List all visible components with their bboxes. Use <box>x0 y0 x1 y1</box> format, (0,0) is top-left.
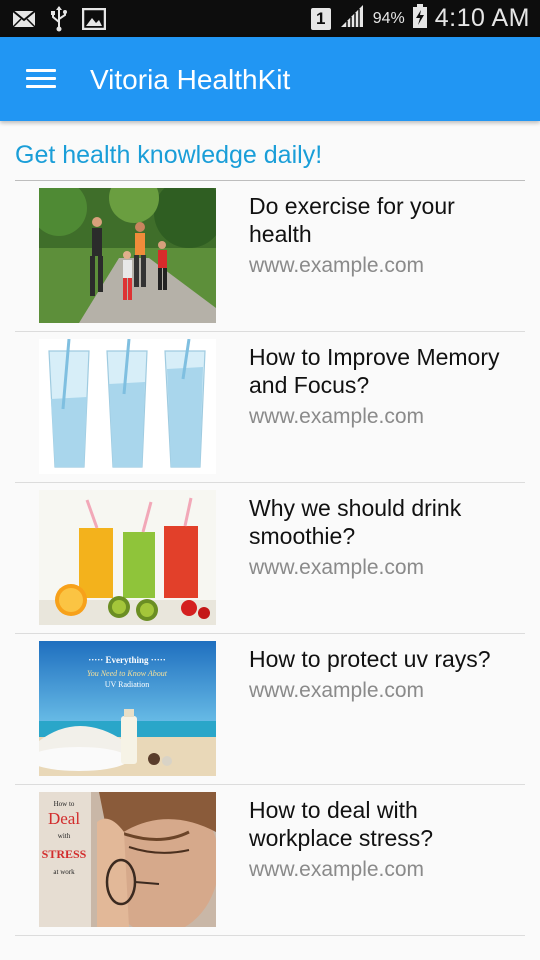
image-text-line: Everything <box>105 655 149 665</box>
article-url[interactable]: www.example.com <box>249 856 519 884</box>
article-title: How to protect uv rays? www.example.com <box>249 645 519 705</box>
svg-text:····· Everything ·····: ····· Everything ····· <box>88 655 166 665</box>
battery-charging-icon <box>412 4 427 33</box>
image-text-line: with <box>58 832 71 840</box>
image-text-line: How to <box>54 800 75 808</box>
article-url[interactable]: www.example.com <box>249 403 519 431</box>
article-card[interactable]: Why we should drink smoothie? www.exampl… <box>15 483 525 634</box>
app-title: Vitoria HealthKit <box>90 64 291 95</box>
article-title-text: Do exercise for your health <box>249 193 455 247</box>
image-text-line: You Need to Know About <box>87 669 168 678</box>
clock: 4:10 AM <box>434 4 530 32</box>
article-url[interactable]: www.example.com <box>249 677 519 705</box>
article-card[interactable]: How to Improve Memory and Focus? www.exa… <box>15 332 525 483</box>
image-text-line: Deal <box>48 809 80 828</box>
article-title-text: How to Improve Memory and Focus? <box>249 344 500 398</box>
status-bar: 1 94% 4:10 AM <box>0 0 540 37</box>
image-icon <box>81 7 107 35</box>
hamburger-menu-icon[interactable] <box>26 67 56 91</box>
article-card[interactable]: How to Deal with STRESS at work How to d… <box>15 785 525 936</box>
image-text-line: STRESS <box>42 847 87 861</box>
notification-icons <box>12 6 107 37</box>
battery-percent: 94% <box>372 9 405 27</box>
system-icons: 1 94% 4:10 AM <box>310 0 530 37</box>
water-glasses-photo <box>39 339 216 474</box>
article-title: How to deal with workplace stress? www.e… <box>249 796 519 884</box>
app-bar: Vitoria HealthKit <box>0 37 540 121</box>
article-title-text: How to protect uv rays? <box>249 646 491 672</box>
article-title-text: How to deal with workplace stress? <box>249 797 434 851</box>
page-heading: Get health knowledge daily! <box>15 141 323 169</box>
signal-strength-icon <box>339 4 365 33</box>
article-list: Do exercise for your health www.example.… <box>15 181 525 936</box>
image-text-line: UV Radiation <box>105 680 150 689</box>
uv-radiation-beach-photo: ····· Everything ····· You Need to Know … <box>39 641 216 776</box>
sim-slot-badge: 1 <box>310 7 331 30</box>
article-title: How to Improve Memory and Focus? www.exa… <box>249 343 519 431</box>
article-title: Why we should drink smoothie? www.exampl… <box>249 494 519 582</box>
smoothie-glasses-photo <box>39 490 216 625</box>
family-jogging-photo <box>39 188 216 323</box>
article-title: Do exercise for your health www.example.… <box>249 192 519 280</box>
article-url[interactable]: www.example.com <box>249 554 519 582</box>
article-card[interactable]: ····· Everything ····· You Need to Know … <box>15 634 525 785</box>
article-card[interactable]: Do exercise for your health www.example.… <box>15 181 525 332</box>
image-text-line: at work <box>53 868 75 876</box>
email-icon <box>12 9 36 34</box>
stressed-woman-photo: How to Deal with STRESS at work <box>39 792 216 927</box>
article-title-text: Why we should drink smoothie? <box>249 495 462 549</box>
usb-icon <box>50 6 68 37</box>
article-url[interactable]: www.example.com <box>249 252 519 280</box>
